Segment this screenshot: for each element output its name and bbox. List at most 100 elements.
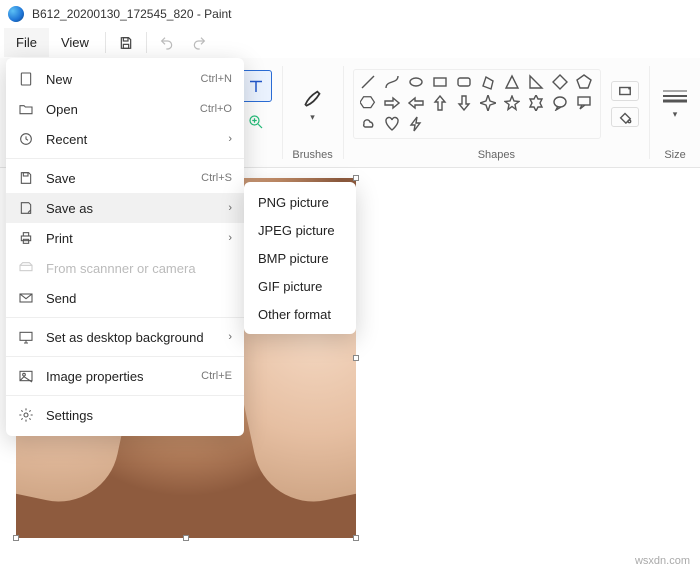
- menu-label: New: [46, 72, 72, 87]
- shortcut: Ctrl+O: [200, 103, 232, 115]
- shape-callout-round-icon[interactable]: [552, 95, 568, 111]
- menu-view[interactable]: View: [49, 28, 101, 57]
- tool-magnifier[interactable]: [240, 106, 272, 138]
- shape-lightning-icon[interactable]: [408, 116, 424, 132]
- menu-label: Recent: [46, 132, 87, 147]
- shapes-grid[interactable]: [353, 69, 601, 139]
- shape-oval-icon[interactable]: [408, 74, 424, 90]
- menu-save[interactable]: Save Ctrl+S: [6, 163, 244, 193]
- shape-callout-cloud-icon[interactable]: [360, 116, 376, 132]
- save-icon: [18, 170, 34, 186]
- chevron-down-icon: ▾: [310, 112, 315, 123]
- shape-roundrect-icon[interactable]: [456, 74, 472, 90]
- shape-5star-icon[interactable]: [504, 95, 520, 111]
- menu-label: Send: [46, 291, 76, 306]
- titlebar: B612_20200130_172545_820 - Paint: [0, 0, 700, 28]
- save-quick-button[interactable]: [110, 28, 142, 57]
- file-menu-dropdown: New Ctrl+N Open Ctrl+O Recent › Save Ctr…: [6, 58, 244, 436]
- menu-new[interactable]: New Ctrl+N: [6, 64, 244, 94]
- shape-triangle-icon[interactable]: [504, 74, 520, 90]
- saveas-bmp[interactable]: BMP picture: [244, 244, 356, 272]
- shape-callout-rect-icon[interactable]: [576, 95, 592, 111]
- ribbon-group-size: ▾ Size: [650, 58, 700, 167]
- shape-line-icon[interactable]: [360, 74, 376, 90]
- shortcut: Ctrl+S: [201, 172, 232, 184]
- menu-recent[interactable]: Recent ›: [6, 124, 244, 154]
- chevron-right-icon: ›: [228, 133, 232, 145]
- chevron-down-icon: ▾: [673, 109, 678, 120]
- shape-pentagon-icon[interactable]: [576, 74, 592, 90]
- shape-arrow-left-icon[interactable]: [408, 95, 424, 111]
- shape-rect-icon[interactable]: [432, 74, 448, 90]
- brushes-dropdown[interactable]: ▾: [300, 84, 326, 123]
- file-new-icon: [18, 71, 34, 87]
- menubar: File View: [0, 28, 700, 58]
- menu-label: Image properties: [46, 369, 144, 384]
- menu-file[interactable]: File: [4, 28, 49, 57]
- menu-label: Settings: [46, 408, 93, 423]
- separator: [6, 356, 244, 357]
- menu-settings[interactable]: Settings: [6, 400, 244, 430]
- shape-right-triangle-icon[interactable]: [528, 74, 544, 90]
- watermark: wsxdn.com: [635, 555, 690, 567]
- ribbon-group-shapes: Shapes: [343, 58, 649, 167]
- separator: [105, 32, 106, 53]
- menu-label: Other format: [258, 307, 331, 322]
- saveas-png[interactable]: PNG picture: [244, 188, 356, 216]
- menu-label: PNG picture: [258, 195, 329, 210]
- menu-save-as[interactable]: Save as ›: [6, 193, 244, 223]
- saveas-jpeg[interactable]: JPEG picture: [244, 216, 356, 244]
- image-icon: [18, 368, 34, 384]
- desktop-icon: [18, 329, 34, 345]
- resize-handle[interactable]: [353, 355, 359, 361]
- separator: [6, 395, 244, 396]
- saveas-gif[interactable]: GIF picture: [244, 272, 356, 300]
- shape-arrow-right-icon[interactable]: [384, 95, 400, 111]
- shape-fill-button[interactable]: [611, 107, 639, 127]
- shape-diamond-icon[interactable]: [552, 74, 568, 90]
- redo-button[interactable]: [183, 28, 215, 57]
- shape-polygon-icon[interactable]: [480, 74, 496, 90]
- menu-desktop-bg[interactable]: Set as desktop background ›: [6, 322, 244, 352]
- menu-label: GIF picture: [258, 279, 322, 294]
- shape-hexagon-icon[interactable]: [360, 95, 376, 111]
- saveas-other[interactable]: Other format: [244, 300, 356, 328]
- shape-heart-icon[interactable]: [384, 116, 400, 132]
- menu-label: Open: [46, 102, 78, 117]
- menu-print[interactable]: Print ›: [6, 223, 244, 253]
- separator: [146, 32, 147, 53]
- menu-image-properties[interactable]: Image properties Ctrl+E: [6, 361, 244, 391]
- resize-handle[interactable]: [183, 535, 189, 541]
- resize-handle[interactable]: [353, 175, 359, 181]
- shape-arrow-up-icon[interactable]: [432, 95, 448, 111]
- menu-open[interactable]: Open Ctrl+O: [6, 94, 244, 124]
- tool-text[interactable]: [240, 70, 272, 102]
- shape-outline-button[interactable]: [611, 81, 639, 101]
- menu-label: From scannner or camera: [46, 261, 196, 276]
- clock-icon: [18, 131, 34, 147]
- folder-open-icon: [18, 101, 34, 117]
- undo-button[interactable]: [151, 28, 183, 57]
- app-icon: [8, 6, 24, 22]
- send-icon: [18, 290, 34, 306]
- shape-4star-icon[interactable]: [480, 95, 496, 111]
- save-as-icon: [18, 200, 34, 216]
- shape-6star-icon[interactable]: [528, 95, 544, 111]
- shape-arrow-down-icon[interactable]: [456, 95, 472, 111]
- resize-handle[interactable]: [13, 535, 19, 541]
- menu-label: Set as desktop background: [46, 330, 204, 345]
- shortcut: Ctrl+N: [201, 73, 232, 85]
- gear-icon: [18, 407, 34, 423]
- save-as-submenu: PNG picture JPEG picture BMP picture GIF…: [244, 182, 356, 334]
- menu-label: Print: [46, 231, 73, 246]
- shortcut: Ctrl+E: [201, 370, 232, 382]
- shape-curve-icon[interactable]: [384, 74, 400, 90]
- size-dropdown[interactable]: ▾: [660, 87, 690, 120]
- menu-label: BMP picture: [258, 251, 329, 266]
- scanner-icon: [18, 260, 34, 276]
- resize-handle[interactable]: [353, 535, 359, 541]
- menu-label: JPEG picture: [258, 223, 335, 238]
- chevron-right-icon: ›: [228, 202, 232, 214]
- menu-send[interactable]: Send: [6, 283, 244, 313]
- window-title: B612_20200130_172545_820 - Paint: [32, 7, 232, 21]
